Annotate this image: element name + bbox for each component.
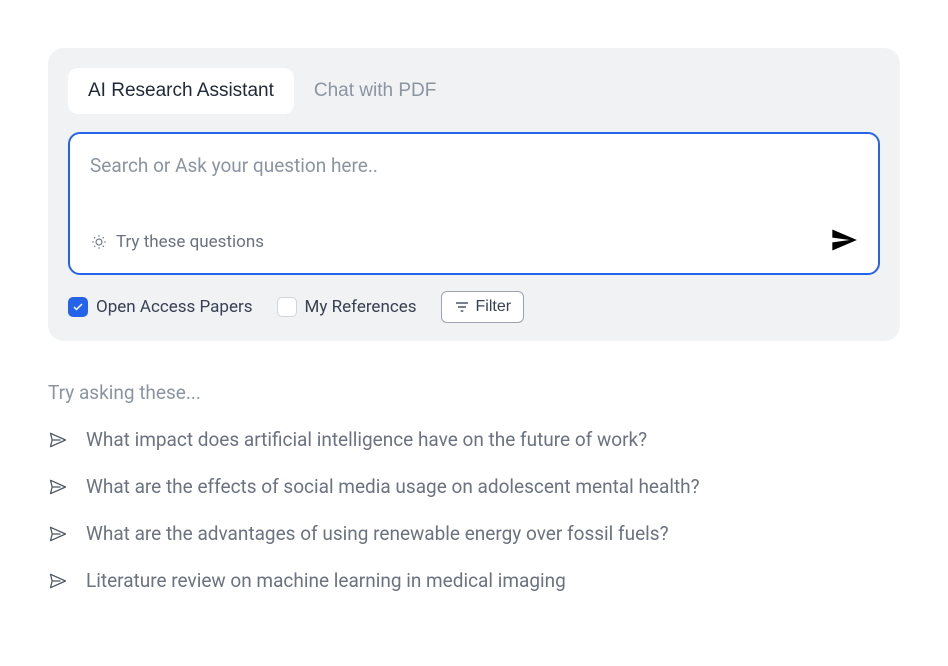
send-button[interactable] (830, 226, 858, 257)
tab-chat-with-pdf[interactable]: Chat with PDF (294, 68, 456, 114)
search-panel: AI Research Assistant Chat with PDF (48, 48, 900, 341)
suggestions-section: Try asking these... What impact does art… (48, 381, 900, 592)
send-outline-icon (48, 571, 68, 591)
suggestion-item[interactable]: What impact does artificial intelligence… (48, 428, 900, 451)
tabs: AI Research Assistant Chat with PDF (68, 68, 880, 114)
try-questions-link[interactable]: Try these questions (90, 232, 264, 252)
open-access-label: Open Access Papers (96, 297, 253, 317)
search-input[interactable] (90, 154, 858, 204)
lightbulb-icon (90, 233, 108, 251)
suggestions-heading: Try asking these... (48, 381, 900, 404)
suggestion-text: What are the advantages of using renewab… (86, 522, 669, 545)
checkbox-unchecked-icon (277, 297, 297, 317)
filter-label: Filter (476, 298, 512, 316)
send-icon (830, 226, 858, 254)
checkbox-open-access[interactable]: Open Access Papers (68, 297, 253, 317)
suggestion-text: Literature review on machine learning in… (86, 569, 566, 592)
suggestion-text: What impact does artificial intelligence… (86, 428, 647, 451)
try-questions-label: Try these questions (116, 232, 264, 252)
filter-button[interactable]: Filter (441, 291, 525, 323)
my-references-label: My References (305, 297, 417, 317)
send-outline-icon (48, 524, 68, 544)
send-outline-icon (48, 477, 68, 497)
search-box: Try these questions (68, 132, 880, 275)
options-row: Open Access Papers My References Filter (68, 291, 880, 323)
tab-research-assistant[interactable]: AI Research Assistant (68, 68, 294, 114)
suggestion-item[interactable]: What are the advantages of using renewab… (48, 522, 900, 545)
filter-icon (454, 299, 470, 315)
suggestion-text: What are the effects of social media usa… (86, 475, 700, 498)
suggestion-item[interactable]: What are the effects of social media usa… (48, 475, 900, 498)
checkbox-checked-icon (68, 297, 88, 317)
checkbox-my-references[interactable]: My References (277, 297, 417, 317)
suggestion-item[interactable]: Literature review on machine learning in… (48, 569, 900, 592)
send-outline-icon (48, 430, 68, 450)
